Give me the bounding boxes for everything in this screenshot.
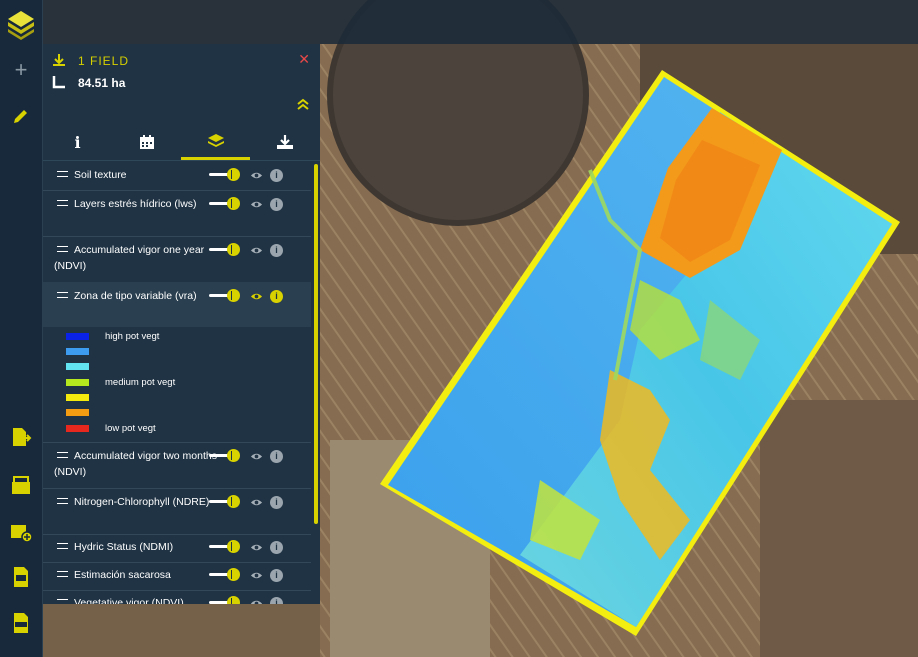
info-circle-icon[interactable]: i <box>270 597 283 604</box>
layer-toggle[interactable] <box>209 243 240 256</box>
layer-name: Nitrogen-Chlorophyll (NDRE) <box>74 496 210 508</box>
legend: high pot vegt medium pot vegt low pot ve… <box>43 327 311 442</box>
layer-name: Hydric Status (NDMI) <box>74 541 174 553</box>
layer-toggle[interactable] <box>209 289 240 302</box>
layer-toggle[interactable] <box>209 197 240 210</box>
panel-scrollbar[interactable] <box>314 164 318 524</box>
legend-swatch <box>66 379 89 386</box>
add-icon[interactable]: + <box>0 57 42 82</box>
legend-label: medium pot vegt <box>105 377 176 388</box>
info-circle-icon[interactable]: i <box>270 244 283 257</box>
layer-row[interactable]: Accumulated vigor one year (NDVI) i <box>43 236 311 283</box>
layer-name: Vegetative vigor (NDVI) <box>74 597 184 604</box>
app-logo-icon[interactable] <box>0 4 42 44</box>
legend-swatch <box>66 333 89 340</box>
layers-icon <box>207 133 224 147</box>
tab-calendar[interactable] <box>112 124 181 160</box>
legend-swatch <box>66 348 89 355</box>
field-area: 84.51 ha <box>78 76 126 90</box>
legend-swatch <box>66 409 89 416</box>
eye-icon[interactable] <box>250 198 263 211</box>
add-report-icon[interactable] <box>0 518 42 544</box>
layer-name: Zona de tipo variable (vra) <box>74 290 197 302</box>
xls-file-icon[interactable] <box>0 564 42 590</box>
top-bar <box>0 0 918 44</box>
layer-row[interactable]: Hydric Status (NDMI) i <box>43 534 311 563</box>
layer-controls: i <box>209 168 293 184</box>
layer-row[interactable]: Accumulated vigor two months (NDVI) i <box>43 442 311 489</box>
layer-name: Accumulated vigor two months (NDVI) <box>54 450 217 478</box>
field-count-title: 1 FIELD <box>78 54 130 68</box>
legend-swatch <box>66 363 89 370</box>
eye-icon[interactable] <box>250 244 263 257</box>
calendar-icon <box>139 135 154 149</box>
info-circle-icon[interactable]: i <box>270 541 283 554</box>
layer-controls: i <box>209 540 293 556</box>
export-file-icon[interactable] <box>0 424 42 450</box>
download-icon <box>276 135 293 149</box>
layer-controls: i <box>209 495 293 511</box>
panel-tabs: i <box>43 124 320 161</box>
panel-header: 1 FIELD 84.51 ha ✕ i <box>43 44 320 161</box>
info-circle-icon[interactable]: i <box>270 450 283 463</box>
layer-controls: i <box>209 289 293 305</box>
info-circle-icon[interactable]: i <box>270 290 283 303</box>
eye-icon[interactable] <box>250 450 263 463</box>
tab-info[interactable]: i <box>43 124 112 160</box>
eye-icon[interactable] <box>250 169 263 182</box>
layer-name: Accumulated vigor one year (NDVI) <box>54 244 205 272</box>
layer-toggle[interactable] <box>209 596 240 604</box>
layer-name: Layers estrés hídrico (lws) <box>74 198 197 210</box>
layer-toggle[interactable] <box>209 449 240 462</box>
mail-box-icon[interactable] <box>0 472 42 498</box>
layer-row[interactable]: Nitrogen-Chlorophyll (NDRE) i <box>43 488 311 535</box>
layer-controls: i <box>209 449 293 465</box>
layer-toggle[interactable] <box>209 540 240 553</box>
download-field-icon[interactable] <box>52 53 66 72</box>
layer-row[interactable]: Vegetative vigor (NDVI) i <box>43 590 311 604</box>
layer-controls: i <box>209 568 293 584</box>
layer-controls: i <box>209 243 293 259</box>
area-ruler-icon <box>52 75 66 94</box>
legend-label: low pot vegt <box>105 423 156 434</box>
info-circle-icon[interactable]: i <box>270 198 283 211</box>
layer-row-active[interactable]: Zona de tipo variable (vra) i high pot v… <box>43 282 311 443</box>
eye-icon[interactable] <box>250 290 263 303</box>
collapse-up-icon[interactable] <box>296 98 310 113</box>
drag-handle-icon[interactable] <box>57 571 68 577</box>
layer-list[interactable]: Soil texture i Layers estrés hídrico (lw… <box>43 162 314 604</box>
json-file-icon[interactable] <box>0 610 42 636</box>
legend-swatch <box>66 425 89 432</box>
legend-label: high pot vegt <box>105 331 160 342</box>
layer-controls: i <box>209 596 293 604</box>
drag-handle-icon[interactable] <box>57 543 68 549</box>
legend-swatch <box>66 394 89 401</box>
layer-row[interactable]: Estimación sacarosa i <box>43 562 311 591</box>
info-circle-icon[interactable]: i <box>270 169 283 182</box>
pencil-icon[interactable] <box>0 104 42 128</box>
tab-layers[interactable] <box>181 124 250 160</box>
drag-handle-icon[interactable] <box>57 599 68 604</box>
layer-controls: i <box>209 197 293 213</box>
tab-download[interactable] <box>250 124 319 160</box>
layer-toggle[interactable] <box>209 168 240 181</box>
eye-icon[interactable] <box>250 541 263 554</box>
info-icon: i <box>74 132 81 152</box>
layer-toggle[interactable] <box>209 495 240 508</box>
info-circle-icon[interactable]: i <box>270 496 283 509</box>
eye-icon[interactable] <box>250 569 263 582</box>
layer-toggle[interactable] <box>209 568 240 581</box>
layer-row[interactable]: Soil texture i <box>43 162 311 191</box>
layer-name: Estimación sacarosa <box>74 569 171 581</box>
layer-row[interactable]: Layers estrés hídrico (lws) i <box>43 190 311 237</box>
eye-icon[interactable] <box>250 597 263 604</box>
eye-icon[interactable] <box>250 496 263 509</box>
left-sidebar: + <box>0 0 43 657</box>
layer-name: Soil texture <box>74 169 127 181</box>
drag-handle-icon[interactable] <box>57 171 68 177</box>
field-panel: 1 FIELD 84.51 ha ✕ i Soil texture i Laye… <box>43 44 320 604</box>
info-circle-icon[interactable]: i <box>270 569 283 582</box>
close-icon[interactable]: ✕ <box>298 51 310 68</box>
